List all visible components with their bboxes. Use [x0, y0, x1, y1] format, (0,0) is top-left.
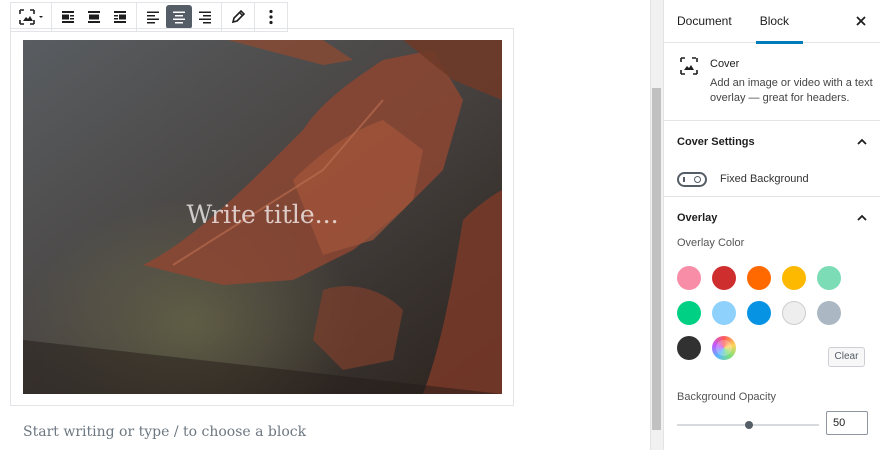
settings-sidebar: Document Block Cover Add an image or vid… — [663, 0, 880, 450]
toolbar-group-block-type — [11, 3, 52, 31]
panel-cover-settings: Cover Settings Fixed Background — [664, 121, 880, 197]
chevron-up-icon — [857, 138, 867, 145]
cover-block[interactable]: Write title... — [10, 28, 514, 406]
align-right-wide-button[interactable] — [107, 5, 133, 29]
media-left-icon — [62, 11, 74, 23]
toggle-on-indicator — [683, 176, 685, 182]
align-center-wide-button[interactable] — [81, 5, 107, 29]
toolbar-group-wide-align — [52, 3, 137, 31]
overlay-color-palette: Clear — [664, 261, 880, 381]
editor-scrollbar-thumb[interactable] — [652, 88, 661, 430]
media-center-icon — [88, 11, 100, 23]
panel-overlay-toggle[interactable]: Overlay — [664, 197, 880, 239]
sidebar-tabs: Document Block — [664, 0, 880, 44]
panel-overlay: Overlay Overlay Color Clear Background O… — [664, 197, 880, 450]
text-align-right-button[interactable] — [192, 5, 218, 29]
align-left-wide-button[interactable] — [55, 5, 81, 29]
block-card-title: Cover — [710, 58, 740, 70]
cover-icon — [19, 9, 43, 25]
toolbar-group-text-align — [137, 3, 222, 31]
cover-title-placeholder[interactable]: Write title... — [23, 200, 502, 229]
color-swatch-very-dark-gray[interactable] — [677, 336, 701, 360]
align-right-icon — [199, 11, 211, 24]
panel-title: Overlay — [677, 212, 718, 224]
color-swatch-very-light-gray[interactable] — [782, 301, 806, 325]
color-swatch-cyan-gray[interactable] — [817, 301, 841, 325]
align-center-icon — [173, 11, 185, 24]
more-options-button[interactable] — [258, 5, 284, 29]
color-swatch-light-green[interactable] — [817, 266, 841, 290]
editor-canvas: Write title... Start writing or type / t… — [0, 0, 650, 450]
pencil-icon — [231, 9, 246, 24]
toolbar-group-edit — [222, 3, 255, 31]
panel-cover-settings-toggle[interactable]: Cover Settings — [664, 121, 880, 163]
fixed-background-toggle[interactable] — [677, 171, 707, 187]
ellipsis-vertical-icon — [269, 9, 273, 25]
cover-image[interactable]: Write title... — [23, 40, 502, 394]
custom-color-overlay — [716, 340, 732, 356]
fixed-background-row: Fixed Background — [664, 163, 880, 195]
block-card-description: Add an image or video with a text overla… — [710, 77, 873, 104]
align-left-icon — [147, 11, 159, 24]
toolbar-group-more — [255, 3, 287, 31]
color-swatch-vivid-blue[interactable] — [747, 301, 771, 325]
text-align-center-button[interactable] — [166, 5, 192, 29]
custom-color-picker-icon[interactable] — [712, 336, 736, 360]
fixed-background-label: Fixed Background — [720, 173, 809, 185]
block-editor: Write title... Start writing or type / t… — [0, 0, 880, 450]
block-type-button[interactable] — [14, 5, 48, 29]
clear-color-button[interactable]: Clear — [828, 347, 865, 367]
chevron-up-icon — [857, 214, 867, 221]
background-opacity-label: Background Opacity — [677, 391, 777, 403]
tab-block[interactable]: Block — [746, 0, 804, 44]
text-align-left-button[interactable] — [140, 5, 166, 29]
opacity-number-input[interactable]: 50 — [826, 411, 868, 435]
color-swatch-vivid-green[interactable] — [677, 301, 701, 325]
default-block-appender[interactable]: Start writing or type / to choose a bloc… — [23, 424, 306, 440]
color-swatch-luminous-orange[interactable] — [747, 266, 771, 290]
tab-document[interactable]: Document — [664, 0, 746, 43]
edit-media-button[interactable] — [225, 5, 251, 29]
overlay-color-label: Overlay Color — [677, 237, 745, 249]
block-card: Cover Add an image or video with a text … — [664, 43, 880, 121]
color-swatch-vivid-red[interactable] — [712, 266, 736, 290]
media-right-icon — [114, 11, 126, 23]
cover-icon — [680, 57, 698, 75]
background-opacity-control: 50 — [664, 403, 880, 443]
color-swatch-pale-pink[interactable] — [677, 266, 701, 290]
toggle-knob — [694, 175, 701, 183]
panel-title: Cover Settings — [677, 136, 755, 148]
close-icon[interactable] — [854, 14, 868, 28]
opacity-slider-handle[interactable] — [745, 421, 753, 429]
color-swatch-amber[interactable] — [782, 266, 806, 290]
color-swatch-pale-blue[interactable] — [712, 301, 736, 325]
